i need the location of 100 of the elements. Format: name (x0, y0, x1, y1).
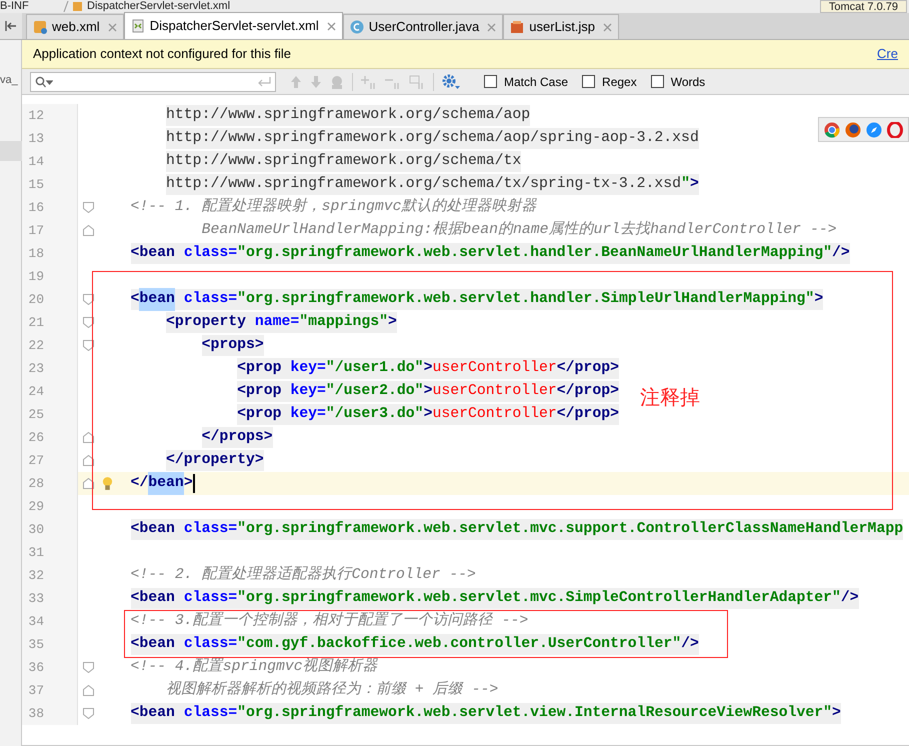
browser-icon[interactable] (824, 122, 840, 138)
browser-icon[interactable] (866, 122, 882, 138)
line-number: 34 (27, 612, 44, 631)
checkbox[interactable] (484, 75, 497, 88)
line-number: 31 (27, 544, 44, 562)
editor-tab[interactable]: DispatcherServlet-servlet.xml (124, 12, 343, 39)
checkbox-label: Words (670, 74, 706, 90)
attribute-name: name= (254, 313, 300, 332)
fold-marker-icon[interactable] (82, 685, 94, 696)
tab-label: UserController.java (368, 18, 480, 36)
attribute-value: "org.springframework.web.servlet.view.InternalResourceViewResolver" (237, 704, 832, 724)
line-number: 18 (27, 244, 44, 263)
xml-tag: /> (832, 242, 850, 265)
attribute-name: class= (182, 635, 238, 654)
line-number: 12 (27, 106, 44, 125)
code-comment: <!-- 3.配置一个控制器，相对于配置了一个访问路径 --> (130, 610, 528, 632)
attribute-name: class= (182, 244, 238, 264)
collapse-icon[interactable] (5, 21, 17, 31)
checkbox[interactable] (650, 75, 664, 88)
line-number: 38 (27, 704, 44, 723)
xml-tag: </prop> (556, 403, 619, 426)
fold-marker-icon[interactable] (82, 202, 94, 213)
xml-tag: </property> (166, 449, 264, 472)
attribute-value: "/user1.do" (326, 359, 424, 378)
browser-icon[interactable] (887, 122, 904, 138)
element-text: userController (432, 405, 557, 424)
line-number: 32 (27, 566, 44, 585)
project-label[interactable]: va_ (0, 72, 18, 88)
xml-tag: </props> (202, 426, 273, 449)
line-number: 30 (27, 520, 44, 539)
xml-tag: < (130, 288, 140, 311)
attribute-value: "org.springframework.web.servlet.handler.BeanNameUrlHandlerMapping" (237, 244, 832, 264)
close-icon[interactable] (603, 22, 612, 32)
xml-tag: </prop> (556, 380, 619, 403)
line-number: 19 (27, 268, 44, 286)
element-text: userController (432, 359, 557, 378)
line-number: 37 (27, 682, 44, 700)
attribute-name: key= (289, 382, 326, 402)
xml-tag: <bean (130, 587, 175, 610)
browser-icon[interactable] (844, 122, 861, 138)
fold-marker-icon[interactable] (82, 708, 94, 719)
fold-marker-icon[interactable] (82, 662, 94, 673)
editor-tab[interactable]: web.xml (26, 14, 124, 39)
line-number: 20 (27, 290, 44, 309)
xml-tag: > (690, 173, 699, 196)
text-cursor (192, 474, 195, 493)
xml-tag: <bean (130, 702, 175, 725)
editor-tab[interactable]: UserController.java (342, 14, 504, 39)
checkbox-label: Regex (602, 74, 637, 90)
attribute-value: "com.gyf.backoffice.web.controller.UserController" (237, 635, 682, 654)
fold-marker-icon[interactable] (82, 432, 94, 443)
create-link[interactable]: Cre (877, 44, 898, 64)
close-icon[interactable] (326, 22, 336, 30)
code-text: http://www.springframework.org/schema/aop/spring-aop-3.2.xsd (166, 129, 699, 148)
slash-icon (62, 1, 70, 12)
close-icon[interactable] (108, 22, 117, 32)
checkbox[interactable] (582, 75, 596, 88)
matched-tag: bean (139, 288, 175, 311)
line-number: 35 (27, 636, 44, 654)
line-number: 24 (27, 382, 44, 401)
element-text: userController (432, 382, 557, 402)
fold-marker-icon[interactable] (82, 455, 94, 466)
xml-tag: > (832, 702, 841, 725)
fold-marker-icon[interactable] (82, 317, 94, 328)
fold-marker-icon[interactable] (82, 294, 94, 305)
settings-icon[interactable] (442, 74, 460, 90)
close-icon[interactable] (487, 22, 496, 32)
code-text: http://www.springframework.org/schema/tx (166, 152, 522, 172)
xml-tag: /> (681, 633, 699, 656)
attribute-value: "org.springframework.web.servlet.handler.SimpleUrlHandlerMapping" (237, 290, 814, 310)
line-number: 28 (27, 474, 44, 493)
xml-tag: <prop (237, 380, 282, 403)
line-number: 29 (27, 498, 44, 516)
lightbulb-icon[interactable] (102, 476, 113, 491)
code-comment: <!-- 1. 配置处理器映射，springmvc默认的处理器映射器 (130, 196, 536, 218)
line-number: 23 (27, 360, 44, 378)
fold-marker-icon[interactable] (82, 225, 94, 236)
file-icon (72, 1, 83, 12)
code-comment: <!-- 4.配置springmvc视图解析器 (130, 657, 378, 678)
search-field[interactable] (30, 72, 276, 92)
xml-tag: /> (840, 587, 859, 610)
attribute-value: "org.springframework.web.servlet.mvc.support.ControllerClassNameHandlerMapp (237, 520, 904, 540)
editor-tab[interactable]: userList.jsp (503, 14, 620, 39)
file-icon (510, 20, 524, 34)
xml-tag: <prop (237, 357, 282, 380)
fold-marker-icon[interactable] (82, 340, 94, 351)
breadcrumb-item[interactable]: B-INF (0, 0, 60, 13)
xml-tag: <property (166, 311, 246, 334)
attribute-name: class= (182, 520, 238, 540)
xml-tag: > (814, 288, 824, 311)
attribute-name: class= (182, 704, 238, 724)
xml-tag: > (184, 472, 193, 495)
search-icon[interactable] (35, 76, 53, 88)
attribute-value: "/user3.do" (326, 405, 424, 424)
line-number: 22 (27, 336, 44, 355)
attribute-name: key= (289, 359, 326, 378)
tab-label: web.xml (52, 18, 100, 36)
run-config-button[interactable]: Tomcat 7.0.79 (820, 0, 907, 13)
breadcrumb-item[interactable]: DispatcherServlet-servlet.xml (87, 0, 230, 13)
xml-tag: <bean (130, 633, 175, 656)
